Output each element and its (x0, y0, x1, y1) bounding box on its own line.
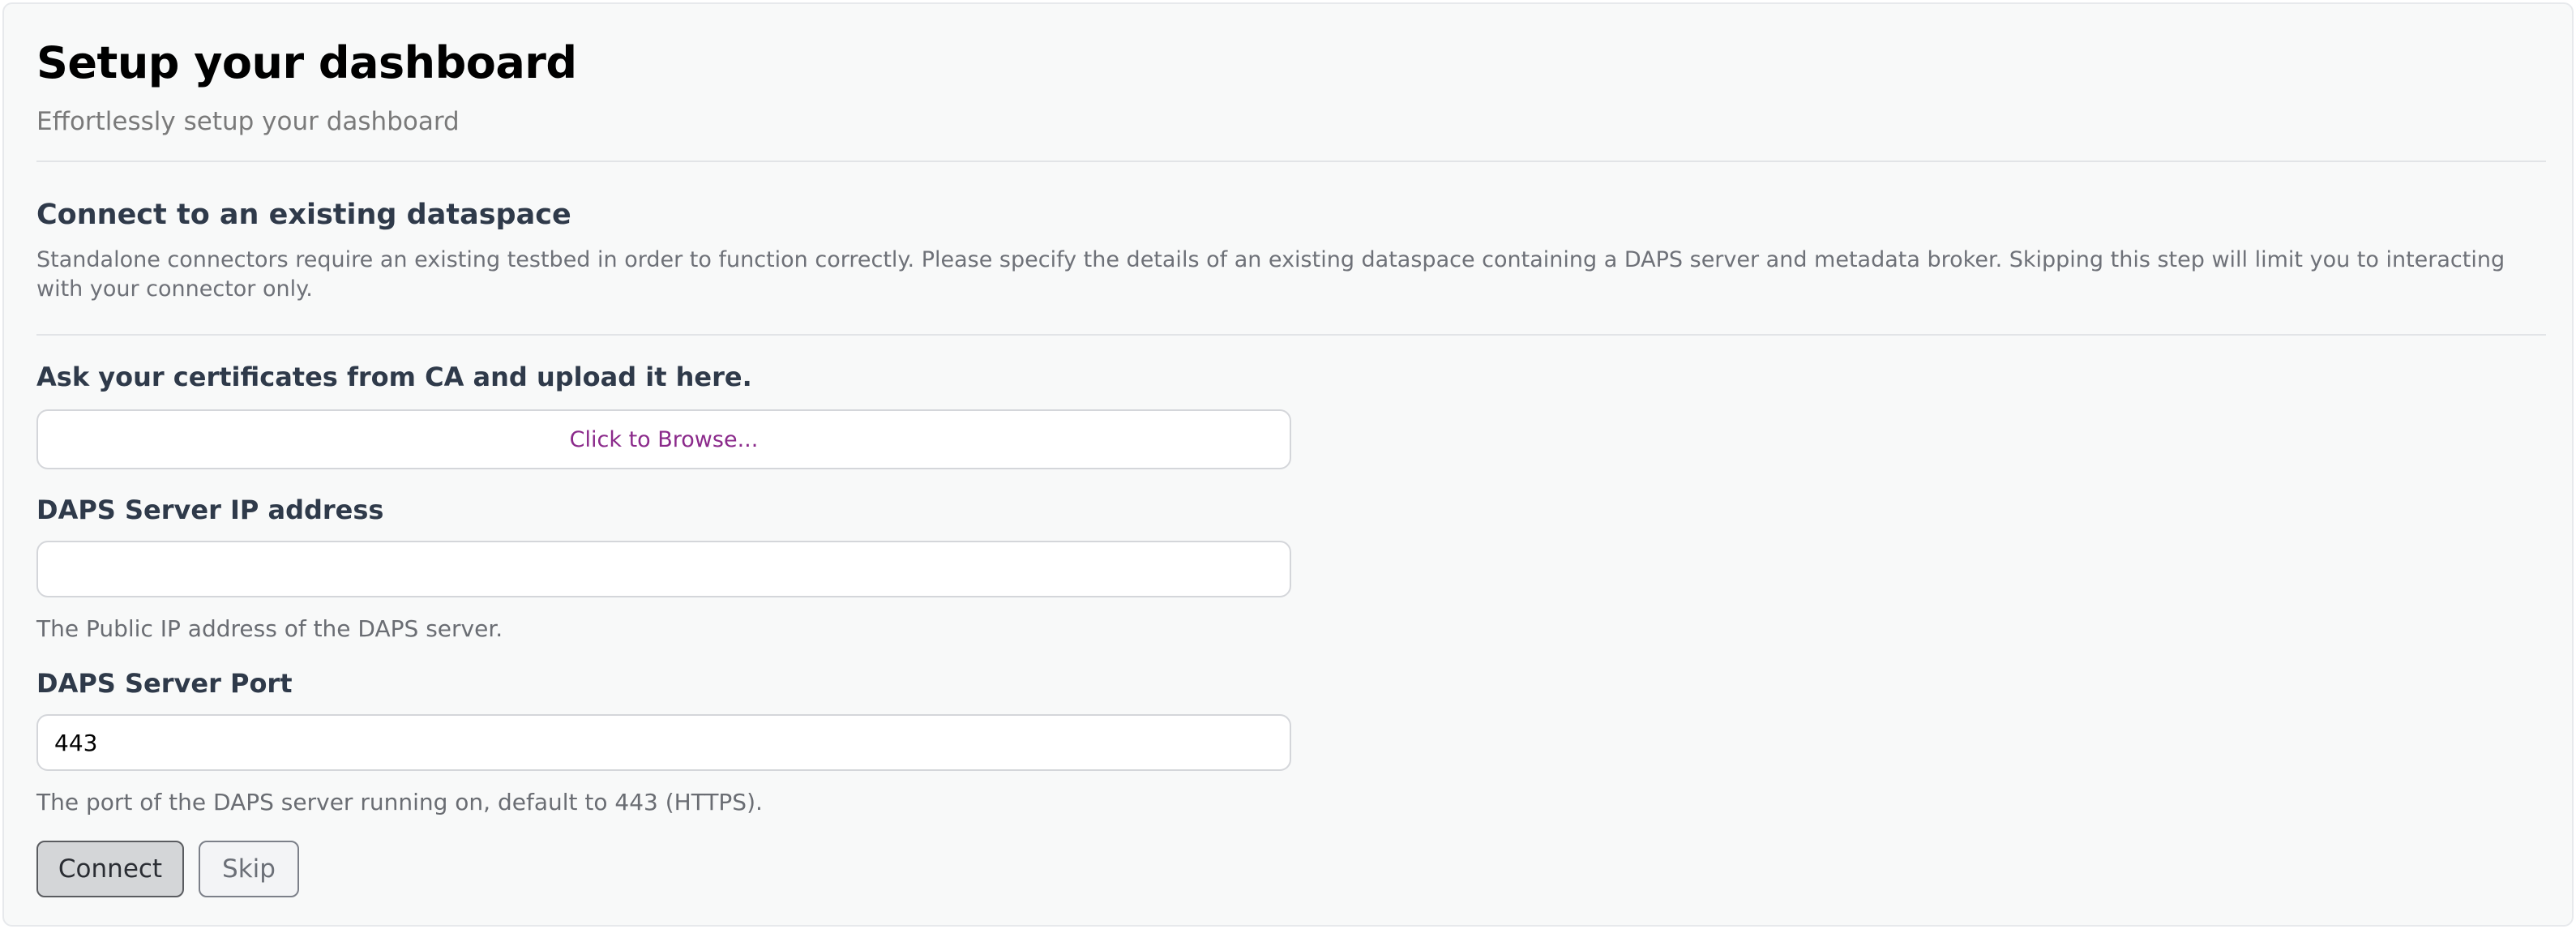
skip-button[interactable]: Skip (199, 841, 299, 897)
daps-ip-label: DAPS Server IP address (36, 494, 384, 525)
section-title: Connect to an existing dataspace (36, 199, 571, 231)
daps-ip-help: The Public IP address of the DAPS server… (36, 615, 503, 642)
daps-port-help: The port of the DAPS server running on, … (36, 789, 763, 816)
setup-card: Setup your dashboard Effortlessly setup … (2, 2, 2574, 927)
certificate-upload-label: Ask your certificates from CA and upload… (36, 362, 752, 392)
page-subtitle: Effortlessly setup your dashboard (36, 107, 460, 136)
section-description: Standalone connectors require an existin… (36, 247, 2505, 302)
header-divider (36, 161, 2546, 162)
daps-port-input[interactable] (36, 714, 1291, 771)
certificate-upload-dropzone[interactable]: Click to Browse... (36, 409, 1291, 469)
daps-ip-input[interactable] (36, 541, 1291, 597)
daps-port-label: DAPS Server Port (36, 668, 293, 699)
browse-link[interactable]: Click to Browse... (570, 427, 759, 452)
section-divider (36, 334, 2546, 336)
page-title: Setup your dashboard (36, 37, 577, 88)
connect-button[interactable]: Connect (36, 841, 184, 897)
